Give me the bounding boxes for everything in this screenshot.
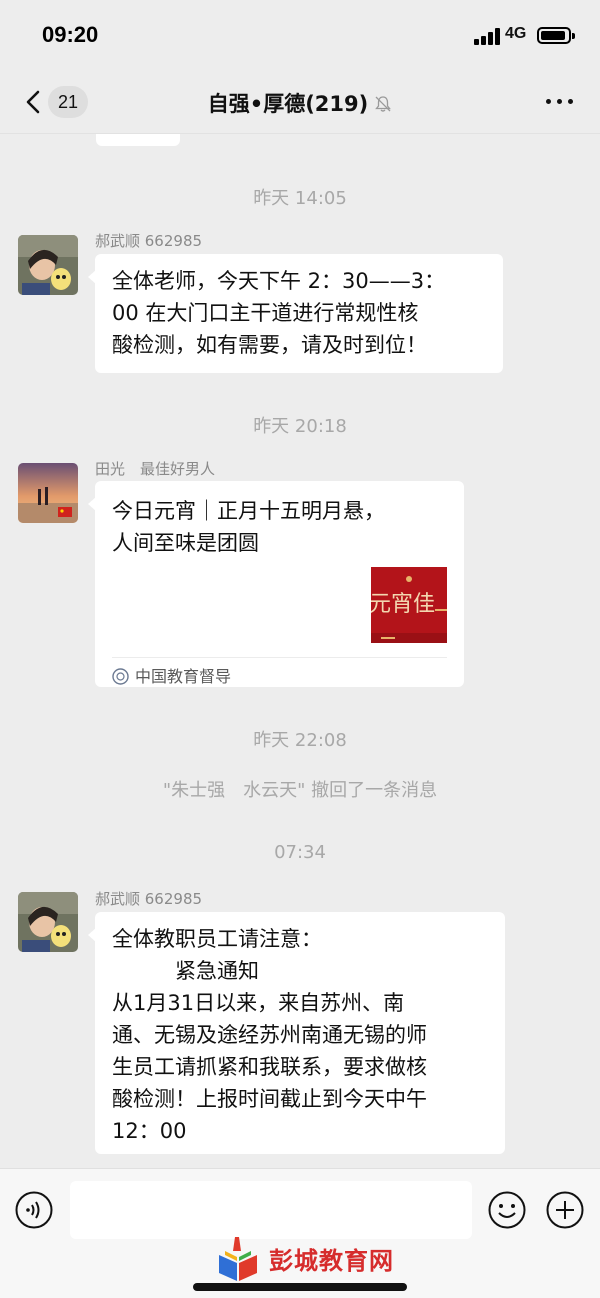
message-text-line: 通、无锡及途经苏州南通无锡的师 xyxy=(112,1023,427,1047)
card-source: 中国教育督导 xyxy=(112,663,231,687)
source-logo-icon xyxy=(112,668,129,685)
message-text-line: 00 在大门口主干道进行常规性核 xyxy=(112,301,419,325)
card-title-line: 今日元宵｜正月十五明月悬， xyxy=(112,499,385,523)
dot-icon xyxy=(546,99,551,104)
timestamp: 昨天 22:08 xyxy=(253,730,347,751)
emoji-icon[interactable] xyxy=(487,1190,527,1230)
home-indicator[interactable] xyxy=(193,1283,407,1291)
message-bubble[interactable]: 全体老师，今天下午 2：30——3： 00 在大门口主干道进行常规性核 酸检测，… xyxy=(88,254,503,373)
message-text-line: 从1月31日以来，来自苏州、南 xyxy=(112,991,405,1015)
voice-input-icon[interactable] xyxy=(14,1190,54,1230)
flag-icon xyxy=(58,507,72,517)
message-text-line: 全体教职员工请注意： xyxy=(112,927,322,951)
card-title-line: 人间至味是团圆 xyxy=(112,531,259,555)
status-time: 09:20 xyxy=(42,22,99,47)
avatar[interactable] xyxy=(18,892,78,952)
mute-bell-icon xyxy=(375,96,392,112)
message-text-line: 酸检测！上报时间截止到今天中午 xyxy=(112,1087,427,1111)
signal-icon xyxy=(474,28,500,45)
message-bubble[interactable]: 全体教职员工请注意： 紧急通知 从1月31日以来，来自苏州、南 通、无锡及途经苏… xyxy=(88,912,505,1154)
message-text-line: 紧急通知 xyxy=(112,959,259,983)
system-message: "朱士强 水云天" 撤回了一条消息 xyxy=(162,780,438,801)
message-text-line: 全体老师，今天下午 2：30——3： xyxy=(112,269,446,293)
thumbnail-text: 元宵佳 xyxy=(371,592,435,617)
chat-title: 自强•厚德(219) xyxy=(0,88,600,118)
watermark-text: 彭城教育网 xyxy=(269,1247,394,1275)
message-input[interactable] xyxy=(70,1181,472,1239)
sender-name: 郝武顺 662985 xyxy=(95,232,203,250)
message-text-line: 12：00 xyxy=(112,1119,187,1143)
network-type: 4G xyxy=(505,25,527,42)
status-bar: 09:20 4G xyxy=(0,0,600,70)
sender-name: 郝武顺 662985 xyxy=(95,890,203,908)
timestamp: 昨天 20:18 xyxy=(253,416,347,437)
chat-header: 21 自强•厚德(219) xyxy=(0,70,600,134)
more-options-button[interactable] xyxy=(540,90,580,114)
watermark: 彭城教育网 xyxy=(213,1235,403,1283)
input-bar: 彭城教育网 xyxy=(0,1168,600,1298)
battery-icon xyxy=(537,27,575,44)
timestamp: 07:34 xyxy=(274,842,326,863)
chat-title-text: 自强•厚德(219) xyxy=(207,92,369,116)
card-thumbnail: 元宵佳 xyxy=(371,567,447,643)
card-source-name: 中国教育督导 xyxy=(135,667,232,686)
card-title: 今日元宵｜正月十五明月悬， 人间至味是团圆 xyxy=(112,495,385,559)
message-text-line: 酸检测，如有需要，请及时到位！ xyxy=(112,333,427,357)
avatar[interactable] xyxy=(18,235,78,295)
avatar[interactable] xyxy=(18,463,78,523)
message-text-line: 生员工请抓紧和我联系，要求做核 xyxy=(112,1055,427,1079)
avatar-photo xyxy=(18,463,78,523)
watermark-logo-icon xyxy=(219,1237,257,1281)
previous-message-bubble[interactable] xyxy=(96,134,180,146)
card-divider xyxy=(112,657,447,658)
avatar-photo xyxy=(18,892,78,952)
plus-icon[interactable] xyxy=(545,1190,585,1230)
thumbnail-art: 元宵佳 xyxy=(371,567,447,643)
sender-name: 田光 最佳好男人 xyxy=(95,460,216,478)
timestamp: 昨天 14:05 xyxy=(253,188,347,209)
dot-icon xyxy=(557,99,562,104)
dot-icon xyxy=(568,99,573,104)
link-card[interactable]: 今日元宵｜正月十五明月悬， 人间至味是团圆 元宵佳 中国教育督导 xyxy=(88,481,464,687)
avatar-photo xyxy=(18,235,78,295)
